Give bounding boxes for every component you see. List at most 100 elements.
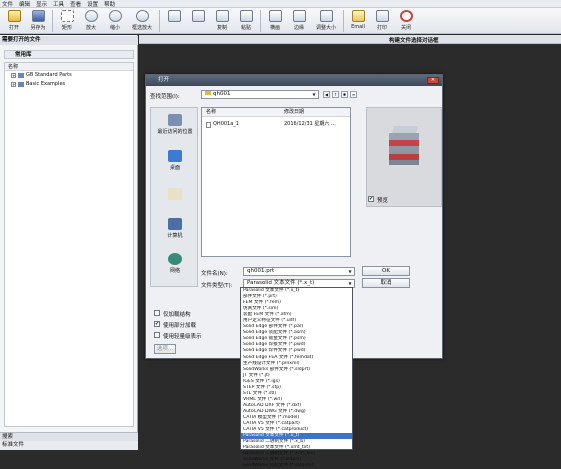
email-icon [351,10,365,22]
place-network[interactable]: 网络 [153,253,197,274]
library-icon [18,82,24,87]
up-folder-icon: ↑ [333,92,338,97]
partial-load-checkbox[interactable]: ✔ [154,321,160,327]
load-structure-only-label: 仅加载结构 [163,312,191,318]
computer-icon [168,218,182,230]
zoom-window-icon [135,10,149,22]
toolbar: 打开 另存为 矩形 放大 缩小 框选放大 复制 粘贴 横画 边缘 调整大小 Em… [0,8,561,34]
toolbar-separator [159,10,160,32]
menu-help[interactable]: 帮助 [104,0,115,8]
load-structure-only-checkbox[interactable] [154,310,160,316]
preview-checkbox-label: 预览 [377,198,389,204]
chevron-down-icon: ▼ [312,92,316,97]
standard-files-header[interactable]: 标准文件 [0,441,138,450]
chevron-down-icon: ▼ [348,269,352,274]
lookin-combo[interactable]: qh001 ▼ [201,90,319,99]
edge-button[interactable]: 边缘 [287,8,311,34]
expand-icon[interactable]: + [11,82,16,87]
preview-pane [366,107,442,207]
menu-settings[interactable]: 设置 [87,0,98,8]
library-icon [18,73,24,78]
paste-button[interactable]: 粘贴 [234,8,258,34]
back-button[interactable]: ◀ [323,91,330,98]
back-arrow-icon: ◀ [324,92,329,97]
lookin-label: 查找范围(I): [150,94,180,100]
rectangle-button[interactable]: 矩形 [55,8,79,34]
menu-bar: 文件 编辑 显示 工具 查看 设置 帮助 [0,0,561,8]
crop-button[interactable] [162,8,186,34]
filename-label: 文件名(N): [201,271,228,277]
place-recent[interactable]: 最近访问的位置 [153,114,197,135]
left-panel-title: 需要打开的文件 [0,36,138,45]
library-header[interactable]: 常用库 [4,50,134,59]
tree-item-basic-examples[interactable]: + Basic Examples [5,80,133,89]
places-bar: 最近访问的位置 桌面 计算机 网络 [150,107,198,287]
menu-browse[interactable]: 查看 [70,0,81,8]
file-list[interactable]: 名称 修改日期 QH001a_1 2016/12/31 星期六 ... [201,107,351,257]
menu-view[interactable]: 显示 [36,0,47,8]
partial-load-label: 使用部分加载 [163,323,197,329]
tree-header: 名称 [5,63,133,71]
email-button[interactable]: Email [346,8,370,34]
edge-icon [292,10,306,22]
filetype-option[interactable]: SolidWorks 装配文件 (*.sldasm) [241,463,352,469]
column-modified[interactable]: 修改日期 [284,108,304,117]
network-icon [168,253,182,265]
save-as-icon [31,10,45,22]
view-menu-icon: ≡ [351,92,356,97]
documents-icon [168,188,182,200]
filetype-dropdown-list[interactable]: Parasolid 文本文件 (*.x_t) 部件文件 (*.prt) FEM 文件… [240,287,353,468]
zoom-in-button[interactable]: 放大 [79,8,103,34]
right-panel-header: 构建文件选择对话框 [139,35,561,44]
copy-button[interactable]: 复制 [210,8,234,34]
new-folder-button[interactable]: ✱ [341,91,348,98]
close-button[interactable]: 关闭 [394,8,418,34]
lightweight-label: 使用轻量级表示 [163,334,202,340]
right-panel-title: 构建文件选择对话框 [389,38,439,44]
menu-tools[interactable]: 工具 [53,0,64,8]
dialog-titlebar[interactable]: 打开 [146,75,442,86]
menu-edit[interactable]: 编辑 [19,0,30,8]
column-name[interactable]: 名称 [206,108,216,117]
tree-item-gb-standard-parts[interactable]: + GB Standard Parts [5,71,133,80]
search-panel-header[interactable]: 搜索 [0,432,138,441]
zoom-out-button[interactable]: 缩小 [103,8,127,34]
preview-checkbox[interactable]: ✔ [368,196,374,202]
ok-button[interactable]: OK [362,266,410,276]
library-tree[interactable]: 名称 + GB Standard Parts + Basic Examples [4,62,134,427]
checkmark-icon: ✔ [155,321,160,327]
rotate-button[interactable]: 横画 [263,8,287,34]
expand-icon[interactable]: + [11,73,16,78]
resize-icon [319,10,333,22]
options-button[interactable]: 选项... [154,344,176,354]
recent-places-icon [168,114,182,126]
folder-icon [205,91,211,95]
place-desktop[interactable]: 桌面 [153,150,197,171]
cut-button[interactable] [186,8,210,34]
desktop-icon [168,150,182,162]
view-menu-button[interactable]: ≡ [350,91,357,98]
dialog-close-button[interactable]: ✕ [427,77,439,84]
cancel-button[interactable]: 取消 [362,278,410,288]
zoom-out-icon [108,10,122,22]
up-folder-button[interactable]: ↑ [332,91,339,98]
print-button[interactable]: 打印 [370,8,394,34]
file-icon [206,122,211,128]
checkmark-icon: ✔ [369,196,374,202]
open-button[interactable]: 打开 [2,8,26,34]
folder-open-icon [7,10,21,22]
copy-icon [215,10,229,22]
resize-button[interactable]: 调整大小 [311,8,341,34]
cut-icon [191,10,205,22]
toolbar-separator [260,10,261,32]
place-computer[interactable]: 计算机 [153,218,197,239]
zoom-window-button[interactable]: 框选放大 [127,8,157,34]
file-row[interactable]: QH001a_1 2016/12/31 星期六 ... [202,120,350,129]
menu-file[interactable]: 文件 [2,0,13,8]
lightweight-checkbox[interactable] [154,332,160,338]
place-documents[interactable] [153,188,197,202]
filename-input[interactable]: qh001.prt ▼ [243,267,355,276]
print-icon [375,10,389,22]
save-as-button[interactable]: 另存为 [26,8,50,34]
toolbar-separator [52,10,53,32]
